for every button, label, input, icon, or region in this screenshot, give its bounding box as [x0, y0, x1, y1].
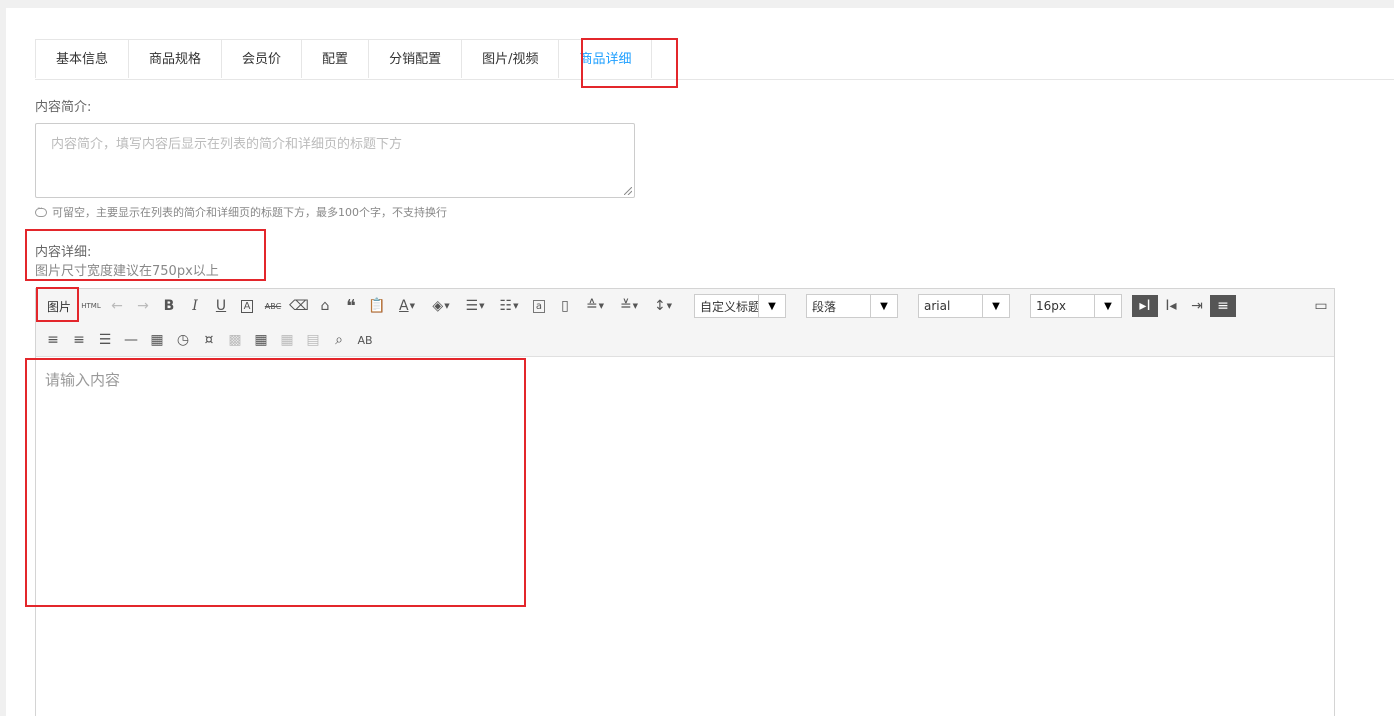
resize-handle-icon[interactable]	[624, 187, 632, 195]
direction-ltr-icon[interactable]: ▸I	[1132, 295, 1158, 317]
unordered-list-icon[interactable]: ☷ ▼	[492, 295, 526, 317]
eraser-icon[interactable]: ⌫	[286, 295, 312, 317]
chevron-down-icon: ▼	[870, 295, 897, 317]
tab-spec[interactable]: 商品规格	[128, 39, 223, 78]
paste-plain-icon[interactable]: 📋	[364, 295, 390, 317]
row-spacing-top-icon[interactable]: ≙ ▼	[578, 295, 612, 317]
comment-icon	[35, 204, 47, 217]
editor-toolbar: 图片 HTML ← → B I U A ABC ⌫ ⌂ ❝ 📋 A ▼ ◈ ▼ ☰ ▼…	[36, 289, 1334, 357]
select-all-icon[interactable]: a	[526, 295, 552, 317]
justify-right-icon[interactable]: ≡	[66, 329, 92, 351]
tab-config[interactable]: 配置	[301, 39, 370, 78]
time-icon[interactable]: ◷	[170, 329, 196, 351]
strikethrough-icon[interactable]: ABC	[260, 295, 286, 317]
search-replace-icon[interactable]: ⌕	[326, 329, 352, 351]
chevron-down-icon: ▼	[758, 295, 785, 317]
clear-doc-icon[interactable]: ▯	[552, 295, 578, 317]
font-size-select[interactable]: 16px ▼	[1030, 294, 1122, 318]
editor-placeholder: 请输入内容	[45, 371, 121, 389]
rich-text-editor: 图片 HTML ← → B I U A ABC ⌫ ⌂ ❝ 📋 A ▼ ◈ ▼ ☰ ▼…	[35, 288, 1335, 716]
font-family-select[interactable]: arial ▼	[918, 294, 1010, 318]
undo-icon[interactable]: ←	[104, 295, 130, 317]
summary-placeholder: 内容简介，填写内容后显示在列表的简介和详细页的标题下方	[51, 137, 403, 152]
fullscreen-icon[interactable]: ▭	[1308, 295, 1334, 317]
delete-table-icon[interactable]: ▦	[274, 329, 300, 351]
italic-icon[interactable]: I	[182, 295, 208, 317]
row-spacing-bottom-icon[interactable]: ≚ ▼	[612, 295, 646, 317]
auto-format-icon[interactable]: ⌂	[312, 295, 338, 317]
detail-note: 图片尺寸宽度建议在750px以上	[35, 264, 219, 279]
blockquote-icon[interactable]: ❝	[338, 295, 364, 317]
font-color-icon[interactable]: A ▼	[390, 295, 424, 317]
summary-hint: 可留空，主要显示在列表的简介和详细页的标题下方，最多100个字，不支持换行	[35, 204, 447, 220]
custom-heading-select[interactable]: 自定义标题 ▼	[694, 294, 786, 318]
table-properties-icon[interactable]: ▤	[300, 329, 326, 351]
chevron-down-icon: ▼	[982, 295, 1009, 317]
font-border-icon[interactable]: A	[234, 295, 260, 317]
chevron-down-icon: ▼	[1094, 295, 1121, 317]
summary-textarea[interactable]: 内容简介，填写内容后显示在列表的简介和详细页的标题下方	[35, 123, 635, 198]
word-count-icon[interactable]: AB	[352, 329, 378, 351]
justify-full-icon[interactable]: ☰	[92, 329, 118, 351]
image-button[interactable]: 图片	[40, 295, 78, 317]
paragraph-select[interactable]: 段落 ▼	[806, 294, 898, 318]
summary-label: 内容简介:	[35, 100, 92, 115]
tab-product-detail[interactable]: 商品详细	[558, 39, 653, 78]
date-icon[interactable]: ▦	[144, 329, 170, 351]
justify-center-icon[interactable]: ≡	[40, 329, 66, 351]
justify-left-icon[interactable]: ≡	[1210, 295, 1236, 317]
tab-distribution[interactable]: 分销配置	[368, 39, 463, 78]
horizontal-rule-icon[interactable]: —	[118, 329, 144, 351]
tab-media[interactable]: 图片/视频	[461, 39, 560, 78]
line-height-icon[interactable]: ↕ ▼	[646, 295, 680, 317]
special-chars-icon[interactable]: ¤	[196, 329, 222, 351]
tab-basic-info[interactable]: 基本信息	[35, 39, 130, 78]
tab-bar: 基本信息 商品规格 会员价 配置 分销配置 图片/视频 商品详细	[35, 39, 1394, 80]
tab-member-price[interactable]: 会员价	[221, 39, 303, 78]
underline-icon[interactable]: U	[208, 295, 234, 317]
summary-hint-text: 可留空，主要显示在列表的简介和详细页的标题下方，最多100个字，不支持换行	[52, 206, 447, 219]
html-source-button[interactable]: HTML	[78, 295, 104, 317]
ordered-list-icon[interactable]: ☰ ▼	[458, 295, 492, 317]
direction-rtl-icon[interactable]: I◂	[1158, 295, 1184, 317]
editor-content-area[interactable]: 请输入内容	[36, 357, 1334, 716]
back-color-icon[interactable]: ◈ ▼	[424, 295, 458, 317]
redo-icon[interactable]: →	[130, 295, 156, 317]
indent-icon[interactable]: ⇥	[1184, 295, 1210, 317]
merge-cells-icon[interactable]: ▩	[222, 329, 248, 351]
detail-label: 内容详细:	[35, 245, 92, 260]
insert-table-icon[interactable]: ▦	[248, 329, 274, 351]
bold-icon[interactable]: B	[156, 295, 182, 317]
